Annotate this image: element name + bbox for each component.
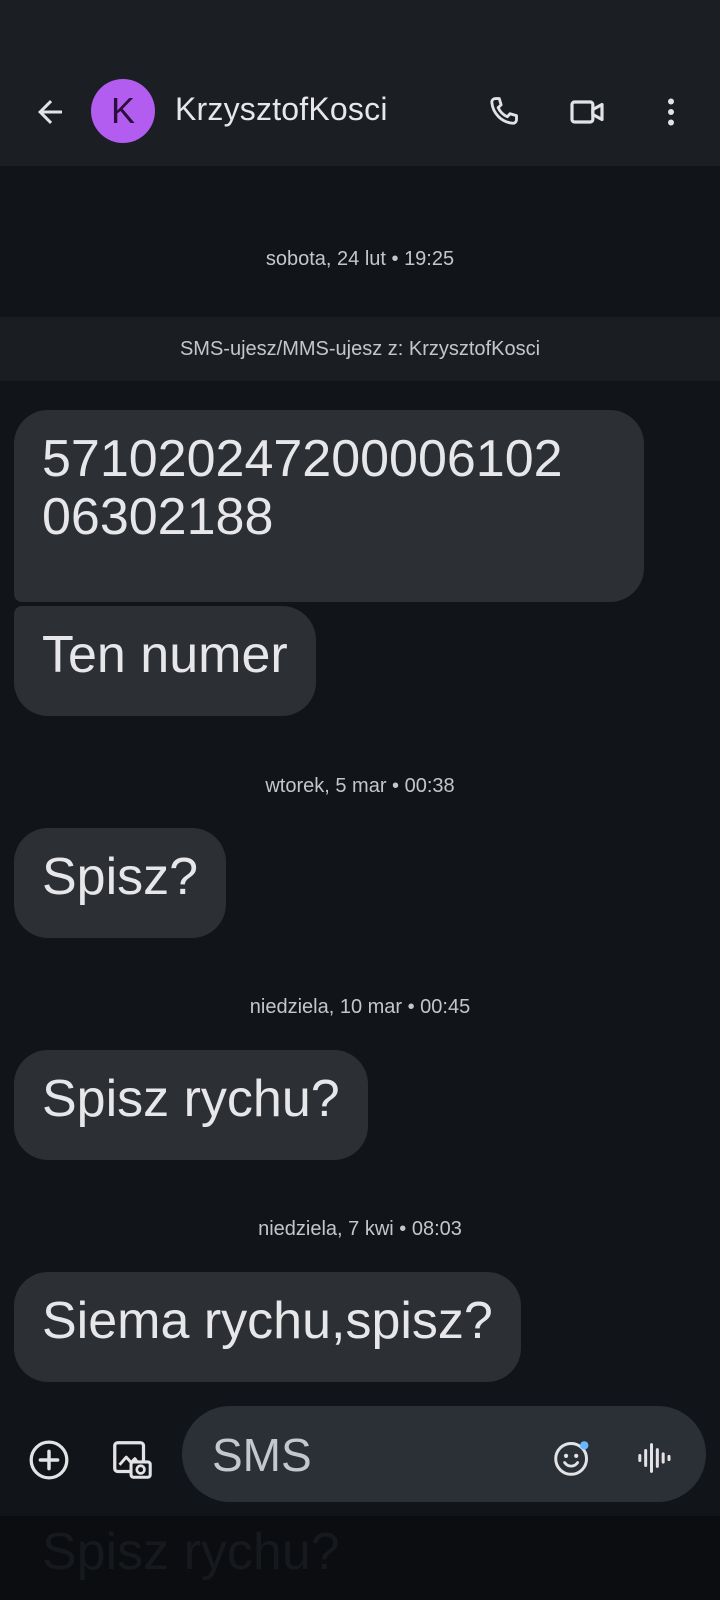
message-bubble[interactable]: 57102024720000610​2 06302188 — [14, 410, 644, 602]
back-button[interactable] — [26, 88, 74, 136]
voice-waveform-icon — [638, 1443, 671, 1473]
call-button[interactable] — [480, 88, 528, 136]
message-text-line: 57102024720000610​2 — [42, 430, 563, 488]
message-input-container[interactable] — [182, 1406, 706, 1502]
date-separator: niedziela, 7 kwi • 08:03 — [258, 1218, 462, 1240]
app-bar: K KrzysztofKosci — [0, 60, 720, 166]
avatar[interactable]: K — [91, 79, 155, 143]
phone-icon — [490, 97, 518, 125]
compose-bar — [0, 1396, 720, 1516]
emoji-icon — [554, 1441, 589, 1476]
message-text-line: 06302188 — [42, 488, 274, 546]
message-text: Ten numer — [42, 626, 288, 684]
message-bubble[interactable]: Spisz rychu? — [14, 1050, 368, 1160]
video-camera-icon — [570, 100, 604, 124]
message-bubble[interactable]: Siema rychu,spisz? — [14, 1272, 521, 1382]
date-separator: niedziela, 10 mar • 00:45 — [249, 996, 471, 1018]
conversation-screen: K KrzysztofKosci sobota, 24 lut • 19:25 … — [0, 0, 720, 1600]
add-attachment-button[interactable] — [25, 1436, 73, 1484]
gallery-icon — [113, 1441, 152, 1479]
voice-record-button[interactable] — [632, 1436, 676, 1480]
message-bubble[interactable]: Spisz? — [14, 828, 227, 938]
message-text: Siema rychu,spisz? — [42, 1292, 493, 1350]
more-options-button[interactable] — [647, 88, 695, 136]
back-arrow-icon — [38, 100, 62, 124]
status-bar — [0, 0, 720, 60]
contact-name[interactable]: KrzysztofKosci — [175, 91, 388, 128]
emoji-button[interactable] — [550, 1436, 594, 1480]
ghost-preview-area: Spisz rychu? — [0, 1516, 720, 1600]
message-text: Spisz? — [42, 848, 199, 906]
sms-info-banner: SMS-ujesz/MMS-ujesz z: KrzysztofKosci — [0, 317, 720, 381]
message-bubble[interactable]: Ten numer — [14, 606, 316, 716]
message-text: Spisz rychu? — [42, 1070, 340, 1128]
video-call-button[interactable] — [563, 88, 611, 136]
date-separator: wtorek, 5 mar • 00:38 — [265, 775, 455, 797]
more-vertical-icon — [668, 98, 674, 126]
message-input[interactable] — [210, 1424, 514, 1486]
gallery-button[interactable] — [108, 1436, 156, 1484]
ghost-preview-text: Spisz rychu? — [42, 1523, 340, 1581]
add-circle-icon — [29, 1440, 69, 1480]
date-separator: sobota, 24 lut • 19:25 — [265, 248, 455, 270]
